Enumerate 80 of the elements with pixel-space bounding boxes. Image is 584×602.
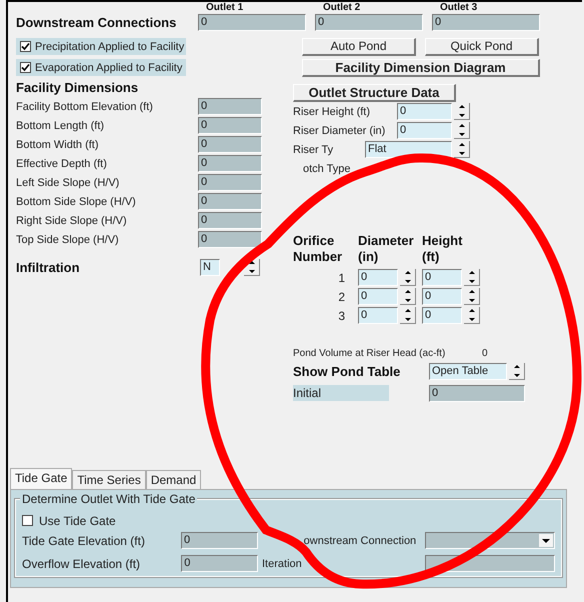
field-label: Facility Bottom Elevation (ft) bbox=[16, 100, 154, 112]
row-number: 1 bbox=[337, 270, 345, 284]
field-label: Effective Depth (ft) bbox=[16, 158, 108, 170]
column-header: Orifice Number bbox=[293, 233, 344, 265]
checkbox-option[interactable]: Precipitation Applied to Facility bbox=[16, 38, 186, 55]
field-label: Iteration bbox=[262, 558, 303, 570]
text-field[interactable]: 0 bbox=[198, 98, 262, 115]
text-field[interactable]: 0 bbox=[429, 384, 525, 402]
field-label: Tide Gate Elevation (ft) bbox=[22, 534, 146, 548]
field-label: Riser Ty bbox=[293, 144, 334, 156]
select-field[interactable]: Open Table bbox=[429, 363, 507, 380]
field-label: ownstream Connection bbox=[304, 534, 418, 546]
field-label: Right Side Slope (H/V) bbox=[16, 214, 128, 226]
spin-buttons[interactable] bbox=[464, 307, 480, 324]
text-field[interactable]: 0 bbox=[198, 14, 306, 31]
text-field[interactable]: 0 bbox=[198, 231, 262, 248]
text-field[interactable]: 0 bbox=[181, 532, 258, 549]
field-label: Bottom Side Slope (H/V) bbox=[16, 196, 137, 208]
section-heading: Downstream Connections bbox=[16, 15, 178, 30]
field-label: Top Side Slope (H/V) bbox=[16, 234, 120, 246]
checkbox[interactable] bbox=[20, 41, 31, 52]
action-button[interactable]: Quick Pond bbox=[425, 38, 539, 56]
text-field[interactable]: 0 bbox=[198, 212, 262, 229]
field-label: Pond Volume at Riser Head (ac-ft) bbox=[293, 348, 446, 358]
text-field[interactable]: 0 bbox=[198, 193, 262, 210]
spin-field[interactable]: 0 bbox=[422, 288, 462, 305]
field-label: Initial bbox=[293, 385, 389, 401]
select-field[interactable]: N bbox=[200, 258, 220, 276]
field-label: Bottom Length (ft) bbox=[16, 120, 106, 132]
tab[interactable]: Tide Gate bbox=[10, 468, 72, 489]
column-label: Outlet 2 bbox=[322, 2, 362, 13]
spin-field[interactable]: 0 bbox=[358, 269, 398, 286]
field-label: Overflow Elevation (ft) bbox=[22, 556, 142, 570]
field-label: otch Type bbox=[302, 162, 350, 174]
column-label: Outlet 1 bbox=[205, 2, 244, 13]
field-label: Bottom Width (ft) bbox=[16, 138, 100, 150]
spin-buttons[interactable] bbox=[454, 141, 470, 158]
diagram-button[interactable]: Facility Dimension Diagram bbox=[302, 58, 540, 76]
row-number: 3 bbox=[337, 308, 345, 322]
value-text: 0 bbox=[482, 348, 488, 358]
row-number: 2 bbox=[337, 290, 345, 304]
checkbox-option[interactable]: Evaporation Applied to Facility bbox=[16, 59, 186, 76]
text-field[interactable]: 0 bbox=[198, 155, 262, 172]
tab[interactable]: Demand bbox=[146, 470, 202, 489]
spin-buttons[interactable] bbox=[509, 363, 525, 380]
section-heading: Facility Dimensions bbox=[16, 79, 140, 97]
spin-buttons[interactable] bbox=[464, 269, 480, 286]
spin-buttons[interactable] bbox=[454, 103, 470, 120]
group-title: Determine Outlet With Tide Gate bbox=[20, 492, 198, 506]
spin-field[interactable]: 0 bbox=[422, 307, 462, 324]
text-field[interactable]: 0 bbox=[198, 117, 262, 134]
spin-buttons[interactable] bbox=[400, 269, 416, 286]
spin-buttons[interactable] bbox=[400, 307, 416, 324]
text-field[interactable]: 0 bbox=[198, 136, 262, 153]
tab[interactable]: Time Series bbox=[72, 470, 146, 489]
spin-field[interactable]: 0 bbox=[422, 269, 462, 286]
text-field[interactable]: 0 bbox=[432, 14, 540, 31]
column-header: Height (ft) bbox=[422, 233, 464, 265]
section-heading: Show Pond Table bbox=[293, 364, 402, 379]
spin-buttons[interactable] bbox=[454, 122, 470, 139]
column-label: Outlet 3 bbox=[439, 2, 478, 13]
spin-field[interactable]: 0 bbox=[358, 288, 398, 305]
spin-field[interactable]: 0 bbox=[397, 103, 452, 120]
spin-buttons[interactable] bbox=[464, 288, 480, 305]
checkbox-label: Use Tide Gate bbox=[39, 514, 116, 528]
field-label: Riser Diameter (in) bbox=[293, 124, 386, 136]
checkbox[interactable] bbox=[20, 62, 31, 73]
text-field[interactable]: 0 bbox=[315, 14, 423, 31]
action-button[interactable]: Auto Pond bbox=[302, 38, 416, 56]
outlet-structure-button[interactable]: Outlet Structure Data bbox=[293, 84, 456, 102]
field-label: Riser Height (ft) bbox=[293, 106, 372, 118]
spin-field[interactable]: 0 bbox=[358, 307, 398, 324]
field-label: Left Side Slope (H/V) bbox=[16, 176, 120, 188]
column-header: Diameter (in) bbox=[358, 233, 415, 265]
spin-field[interactable]: 0 bbox=[397, 122, 452, 139]
text-field[interactable]: 0 bbox=[198, 174, 262, 191]
spin-buttons[interactable] bbox=[400, 288, 416, 305]
section-heading: Infiltration bbox=[16, 260, 81, 274]
text-field[interactable]: 0 bbox=[181, 555, 258, 572]
checkbox[interactable] bbox=[22, 515, 33, 526]
